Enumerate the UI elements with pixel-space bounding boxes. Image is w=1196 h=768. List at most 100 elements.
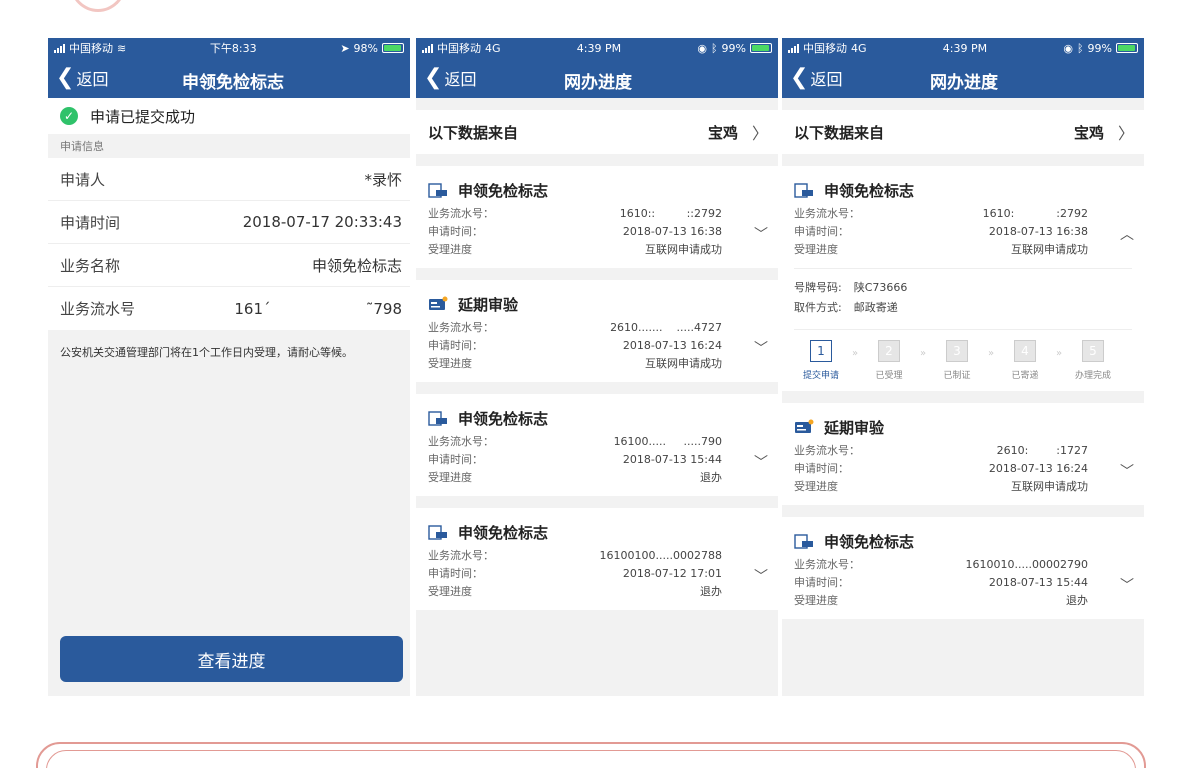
step-submit: 1 提交申请 <box>794 340 848 381</box>
page-title: 网办进度 <box>930 73 998 93</box>
time-label: 申请时间： <box>428 453 483 466</box>
info-row-business-name: 业务名称 申领免检标志 <box>48 244 410 287</box>
step-accepted: 2 已受理 <box>862 340 916 381</box>
carrier-label: 中国移动 <box>437 42 481 55</box>
serial-line: 业务流水号： 2610....... .....4727 <box>428 318 766 336</box>
time-label: 申请时间： <box>794 225 849 238</box>
back-button[interactable]: ❮ 返回 <box>56 58 108 98</box>
serial-label: 业务流水号： <box>428 321 494 334</box>
time-value: 2018-07-13 16:38 <box>988 224 1088 238</box>
progress-line: 受理进度 互联网申请成功 <box>428 354 766 372</box>
back-label: 返回 <box>810 70 843 89</box>
progress-steps: 1 提交申请 » 2 已受理 » 3 已制证 » 4 已寄递 » 5 办理完成 <box>794 329 1132 381</box>
double-chevron-icon: » <box>851 348 859 359</box>
time-line: 申请时间： 2018-07-12 17:01 <box>428 564 766 582</box>
check-icon: ✓ <box>60 107 78 125</box>
battery-icon <box>1116 43 1138 53</box>
chevron-left-icon: ❮ <box>56 65 75 90</box>
serial-value: 16100100.....0002788 <box>599 548 722 562</box>
progress-card[interactable]: 申领免检标志 业务流水号： 16100..... .....790 申请时间： 20… <box>416 394 778 496</box>
network-label: 4G <box>485 41 501 55</box>
chevron-right-icon: 〉 <box>1117 124 1134 143</box>
serial-line: 业务流水号： 1610:: ::2792 <box>428 204 766 222</box>
back-button[interactable]: ❮ 返回 <box>424 58 476 98</box>
chevron-down-icon[interactable]: ﹀ <box>754 452 768 472</box>
double-chevron-icon: » <box>919 348 927 359</box>
status-left: 中国移动 4G <box>788 40 867 56</box>
serial-value: 2610....... .....4727 <box>610 320 722 334</box>
serial-label: 业务流水号： <box>794 444 860 457</box>
progress-card[interactable]: 延期审验 业务流水号： 2610....... .....4727 申请时间： 20… <box>416 280 778 382</box>
clipboard-icon <box>428 410 448 426</box>
chevron-right-icon: 〉 <box>751 124 768 143</box>
time-line: 申请时间： 2018-07-13 16:24 <box>794 459 1132 477</box>
notice-text: 公安机关交通管理部门将在1个工作日内受理，请耐心等候。 <box>48 330 410 615</box>
progress-card[interactable]: 申领免检标志 业务流水号： 1610010.....00002790 申请时间： 2… <box>782 517 1144 619</box>
step-completed: 5 办理完成 <box>1066 340 1120 381</box>
decorative-frame <box>36 742 1146 768</box>
progress-card[interactable]: 延期审验 业务流水号： 2610: :1727 申请时间： 2018-07-13 1… <box>782 403 1144 505</box>
clipboard-icon <box>794 182 814 198</box>
info-label: 申请人 <box>60 170 106 189</box>
progress-label: 受理进度 <box>428 357 472 370</box>
status-right: ◉ ᛒ 99% <box>1063 42 1138 55</box>
chevron-down-icon[interactable]: ﹀ <box>754 224 768 244</box>
progress-value: 退办 <box>700 585 722 598</box>
serial-label: 业务流水号： <box>794 558 860 571</box>
card-title: 申领免检标志 <box>458 181 549 200</box>
status-right: ➤ 98% <box>340 42 404 55</box>
chevron-down-icon[interactable]: ﹀ <box>754 338 768 358</box>
phone-screen-progress-detail: 中国移动 4G 4:39 PM ◉ ᛒ 99% ❮ 返回 网办进度 以下数据来自… <box>782 38 1144 696</box>
progress-value: 退办 <box>700 471 722 484</box>
progress-card[interactable]: 申领免检标志 业务流水号： 1610:: ::2792 申请时间： 2018-07-… <box>416 166 778 268</box>
step-mailed: 4 已寄递 <box>998 340 1052 381</box>
source-label: 以下数据来自 <box>794 123 885 142</box>
data-source-row[interactable]: 以下数据来自 宝鸡 〉 <box>782 110 1144 154</box>
card-header: 申领免检标志 <box>428 176 766 204</box>
card-title: 申领免检标志 <box>458 409 549 428</box>
status-left: 中国移动 ≋ <box>54 40 126 56</box>
nav-bar: ❮ 返回 网办进度 <box>416 58 778 98</box>
back-button[interactable]: ❮ 返回 <box>790 58 842 98</box>
wifi-icon: ≋ <box>117 41 127 55</box>
step-number: 1 <box>810 340 832 362</box>
step-number: 5 <box>1082 340 1104 362</box>
chevron-left-icon: ❮ <box>790 65 809 90</box>
info-value: 2018-07-17 20:33:43 <box>242 213 402 231</box>
chevron-down-icon[interactable]: ﹀ <box>1120 575 1134 595</box>
view-progress-button[interactable]: 查看进度 <box>60 636 403 682</box>
progress-line: 受理进度 退办 <box>428 468 766 486</box>
chevron-up-icon[interactable]: ︿ <box>1120 224 1134 244</box>
plate-value: 陕C73666 <box>853 281 908 294</box>
pickup-line: 取件方式: 邮政寄递 <box>794 297 1132 317</box>
serial-label: 业务流水号： <box>794 207 860 220</box>
progress-value: 互联网申请成功 <box>1011 243 1088 256</box>
status-bar: 中国移动 4G 4:39 PM ◉ ᛒ 99% <box>416 38 778 58</box>
back-label: 返回 <box>76 70 109 89</box>
data-source-row[interactable]: 以下数据来自 宝鸡 〉 <box>416 110 778 154</box>
page-title: 申领免检标志 <box>182 73 284 93</box>
time-line: 申请时间： 2018-07-13 16:24 <box>428 336 766 354</box>
progress-label: 受理进度 <box>428 471 472 484</box>
chevron-down-icon[interactable]: ﹀ <box>754 566 768 586</box>
info-label: 业务流水号 <box>60 300 136 318</box>
info-label: 业务名称 <box>60 256 121 275</box>
info-row-applicant: 申请人 *录怀 <box>48 158 410 201</box>
double-chevron-icon: » <box>987 348 995 359</box>
progress-label: 受理进度 <box>794 243 838 256</box>
progress-card-expanded[interactable]: 申领免检标志 业务流水号： 1610: :2792 申请时间： 2018-07-13… <box>782 166 1144 391</box>
back-label: 返回 <box>444 70 477 89</box>
clock: 下午8:33 <box>209 42 257 55</box>
time-label: 申请时间： <box>428 567 483 580</box>
signal-icon <box>422 43 433 53</box>
chevron-down-icon[interactable]: ﹀ <box>1120 461 1134 481</box>
source-label: 以下数据来自 <box>428 123 519 142</box>
card-title: 申领免检标志 <box>824 181 915 200</box>
progress-line: 受理进度 互联网申请成功 <box>428 240 766 258</box>
time-line: 申请时间： 2018-07-13 16:38 <box>794 222 1132 240</box>
chevron-left-icon: ❮ <box>424 65 443 90</box>
progress-card[interactable]: 申领免检标志 业务流水号： 16100100.....0002788 申请时间： 2… <box>416 508 778 610</box>
time-value: 2018-07-13 16:24 <box>622 338 722 352</box>
signal-icon <box>788 43 799 53</box>
card-header: 申领免检标志 <box>428 518 766 546</box>
